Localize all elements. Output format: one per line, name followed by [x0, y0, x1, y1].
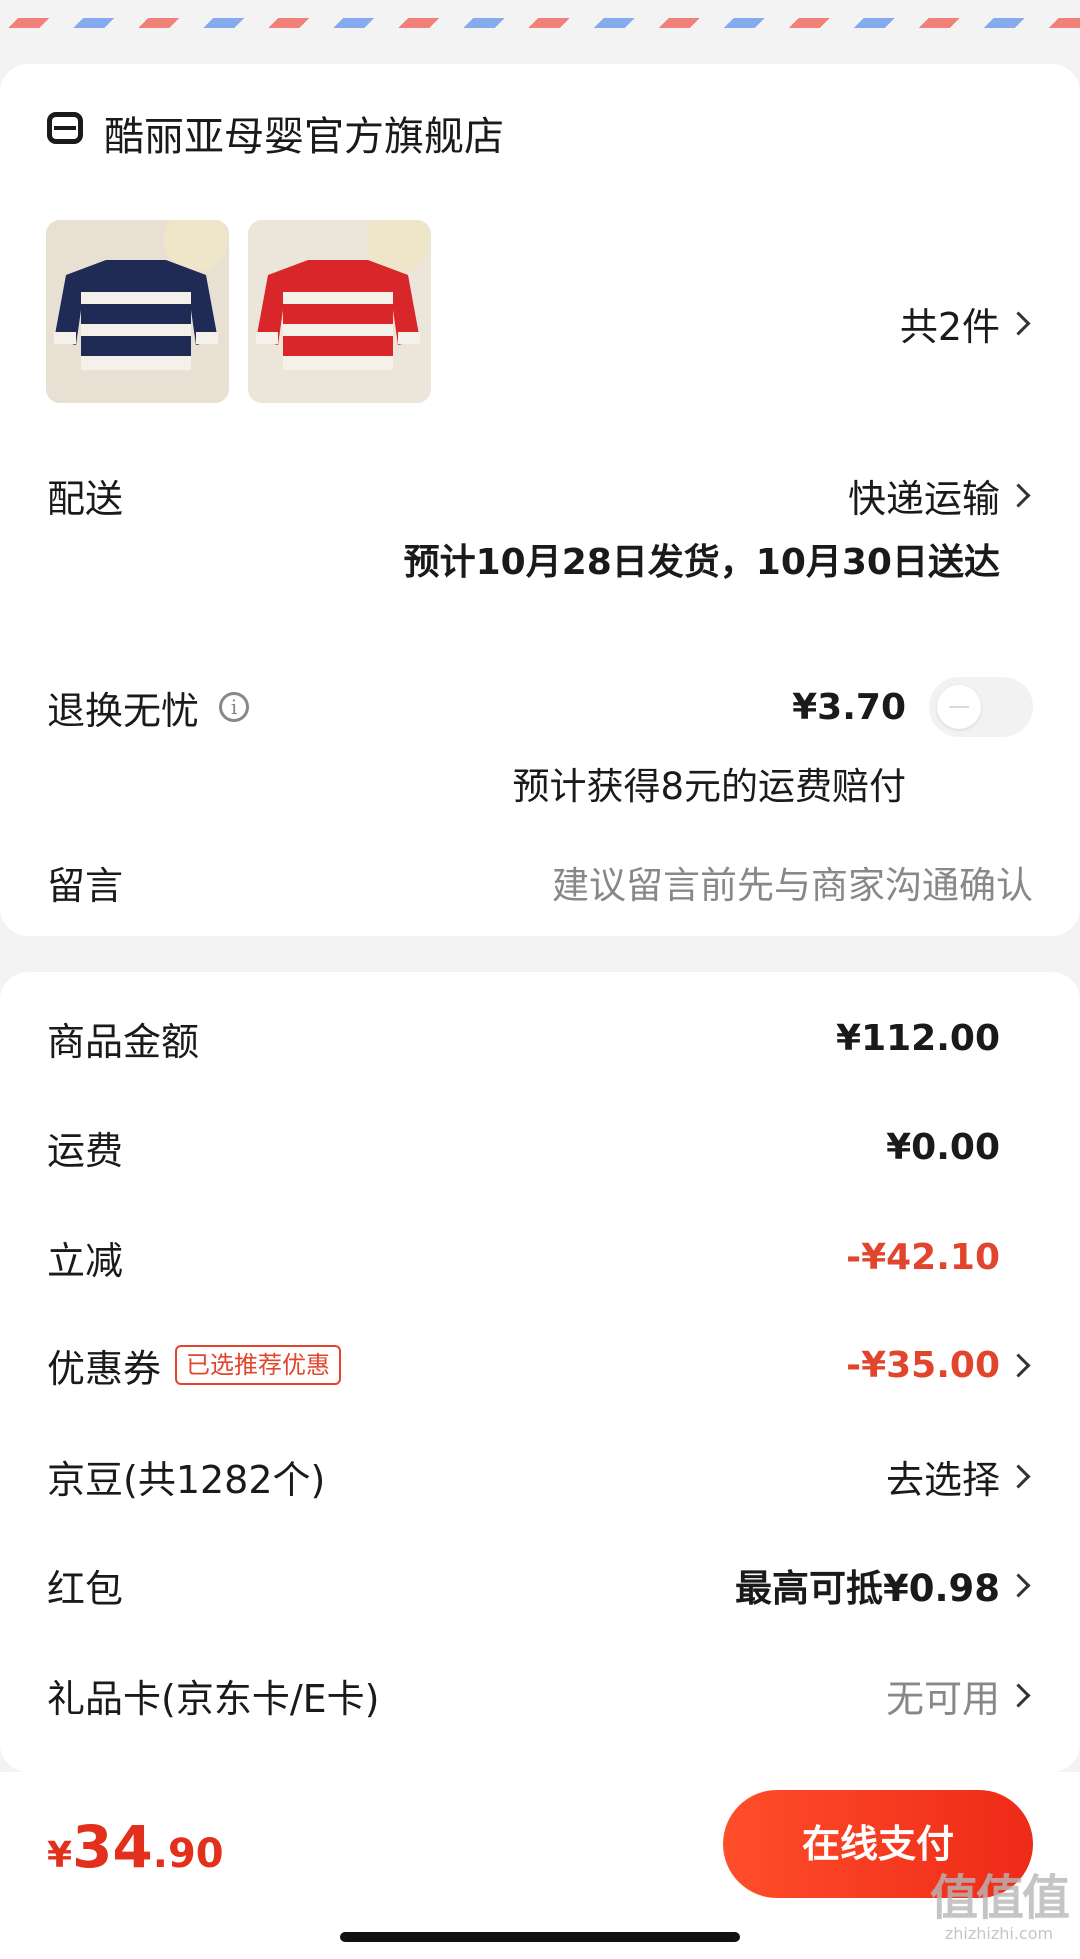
instant-discount-row: 立减 -¥42.10 [47, 1232, 1033, 1283]
instant-discount-value: -¥42.10 [846, 1236, 1000, 1278]
watermark-sub: zhizhizhi.com [944, 1924, 1054, 1943]
goods-amount-row: 商品金额 ¥112.00 [47, 1013, 1033, 1064]
gift-card-row[interactable]: 礼品卡(京东卡/E卡) 无可用 [47, 1670, 1033, 1721]
coupon-recommended-badge: 已选推荐优惠 [175, 1345, 342, 1385]
red-packet-row[interactable]: 红包 最高可抵¥0.98 [47, 1560, 1033, 1611]
total-decimal: .90 [152, 1831, 224, 1877]
items-count-label: 共2件 [899, 304, 1000, 349]
store-icon [47, 112, 83, 144]
delivery-estimate-row: 预计10月28日发货，10月30日送达 [47, 534, 1033, 584]
jingdou-value: 去选择 [885, 1457, 1000, 1502]
chevron-right-icon [1006, 1682, 1031, 1708]
instant-discount-label: 立减 [47, 1238, 124, 1283]
jingdou-label: 京豆(共1282个) [47, 1457, 326, 1502]
message-label: 留言 [47, 863, 124, 908]
chevron-right-icon [1006, 1463, 1031, 1489]
chevron-right-icon [1006, 1352, 1031, 1378]
shipping-value: ¥0.00 [886, 1126, 1000, 1168]
toggle-knob [937, 685, 981, 729]
home-indicator[interactable] [340, 1932, 740, 1942]
return-insurance-note: 预计获得8元的运费赔付 [512, 765, 906, 808]
watermark-main: 值值值 [929, 1870, 1070, 1926]
shipping-row: 运费 ¥0.00 [47, 1122, 1033, 1173]
chevron-right-icon [1006, 1572, 1031, 1598]
gift-card-label: 礼品卡(京东卡/E卡) [47, 1676, 380, 1721]
total-price: ¥34.90 [47, 1813, 224, 1881]
delivery-row[interactable]: 配送 快递运输 [47, 470, 1033, 521]
gift-card-value: 无可用 [885, 1676, 1000, 1721]
message-row[interactable]: 留言 建议留言前先与商家沟通确认 [47, 855, 1033, 909]
delivery-estimate: 预计10月28日发货，10月30日送达 [403, 542, 1000, 583]
shipping-label: 运费 [47, 1128, 124, 1173]
total-currency: ¥ [47, 1835, 73, 1876]
message-input-placeholder[interactable]: 建议留言前先与商家沟通确认 [552, 855, 1033, 909]
goods-amount-value: ¥112.00 [836, 1017, 1000, 1059]
watermark-logo: 值值值 zhizhizhi.com [929, 1870, 1070, 1944]
chevron-right-icon [1006, 482, 1031, 508]
coupon-value: -¥35.00 [846, 1344, 1000, 1386]
return-insurance-row: 退换无忧 i ¥3.70 [47, 682, 1033, 733]
return-insurance-label: 退换无忧 [47, 688, 200, 733]
coupon-row[interactable]: 优惠券 已选推荐优惠 -¥35.00 [47, 1340, 1033, 1391]
delivery-label: 配送 [47, 476, 124, 521]
info-icon[interactable]: i [219, 692, 250, 722]
total-integer: 34 [72, 1813, 153, 1881]
delivery-method: 快递运输 [847, 476, 1000, 521]
jingdou-row[interactable]: 京豆(共1282个) 去选择 [47, 1451, 1033, 1502]
store-name[interactable]: 酷丽亚母婴官方旗舰店 [104, 104, 504, 162]
items-count-row[interactable]: 共2件 [47, 298, 1033, 349]
return-insurance-toggle[interactable] [929, 677, 1033, 737]
red-packet-label: 红包 [47, 1566, 124, 1611]
coupon-label: 优惠券 [47, 1346, 162, 1391]
envelope-stripe-border [0, 18, 1080, 28]
return-insurance-price: ¥3.70 [792, 686, 906, 728]
return-insurance-note-row: 预计获得8元的运费赔付 [47, 758, 1033, 808]
goods-amount-label: 商品金额 [47, 1019, 200, 1064]
red-packet-value: 最高可抵¥0.98 [734, 1567, 1000, 1610]
chevron-right-icon [1006, 310, 1031, 336]
